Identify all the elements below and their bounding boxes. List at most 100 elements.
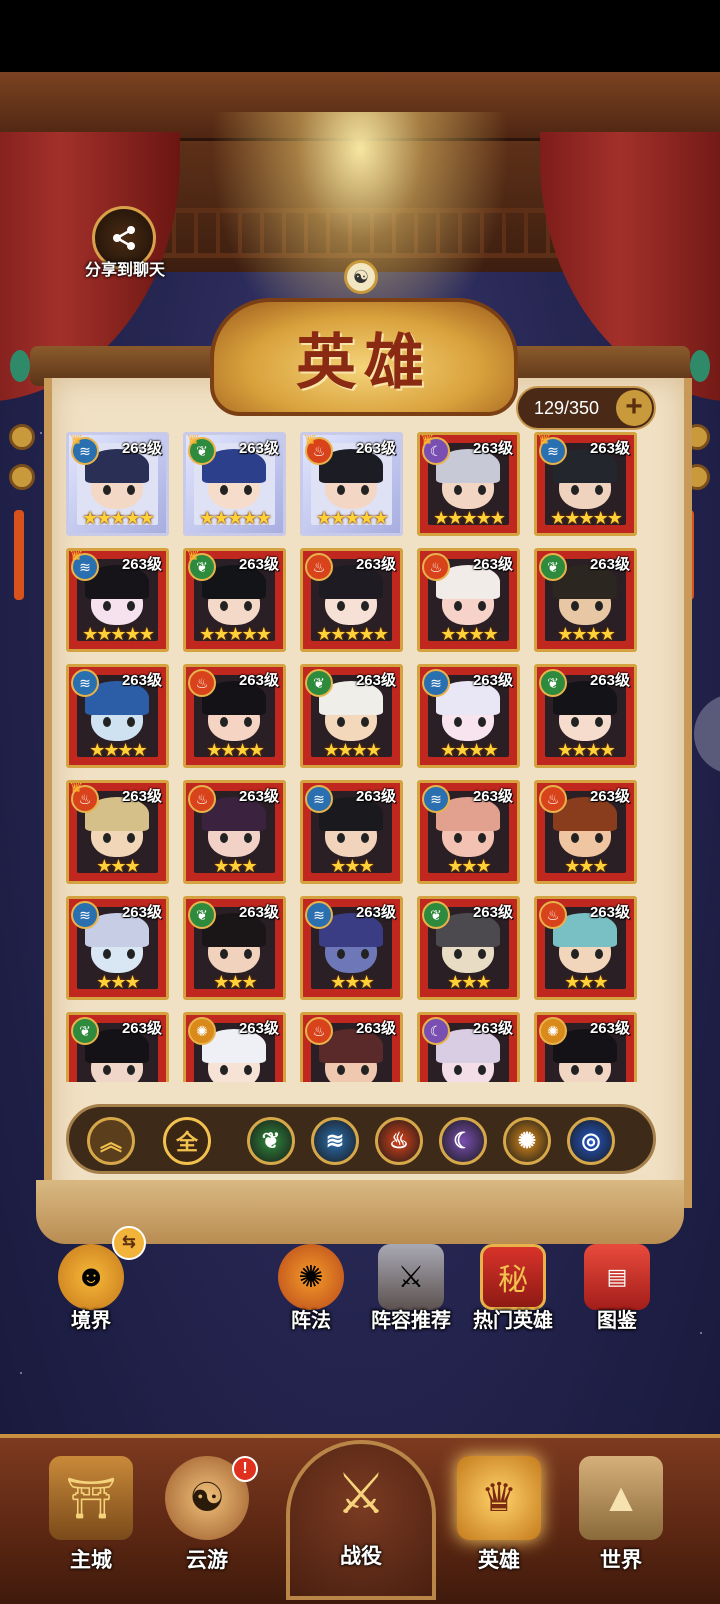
hero-eye [595,1065,603,1075]
hero-eye [337,717,345,727]
hero-level: 263级 [355,440,396,457]
formation-button[interactable]: ✺ 阵法 [266,1244,356,1334]
hero-card[interactable]: ❦ 263级 ★★★ [417,896,520,1000]
formation-icon: ✺ [278,1244,344,1310]
hero-eye [361,833,369,843]
hero-card[interactable]: ♨ 263级 ★★★★ [417,548,520,652]
hero-level: 263级 [238,440,279,457]
title-plaque: 英雄 [210,298,518,416]
realm-label: 境界 [71,1310,111,1332]
hero-card[interactable]: ♨ 263级 ★★★ [534,780,637,884]
crown-icon: ♛ [420,432,435,448]
wave-icon: ≋ [422,785,450,813]
hero-eye [220,949,228,959]
lineup-button[interactable]: ⚔ 阵容推荐 [366,1244,456,1334]
hero-level: 263级 [238,788,279,805]
hero-card[interactable]: ❦ 263级 ★★★★ [300,664,403,768]
filter-sun-button[interactable]: ✺ [503,1117,551,1165]
filter-water-button[interactable]: ≋ [311,1117,359,1165]
hero-eye [127,1065,135,1075]
collapse-button[interactable]: ︽ [87,1117,135,1165]
hero-card[interactable]: ♨ 263级 ★★★ [534,896,637,1000]
hero-eye [220,717,228,727]
crossed-swords-icon: ⚔ [335,1462,387,1525]
hero-card[interactable]: ❦ 263级 [66,1012,169,1082]
filter-fire-button[interactable]: ♨ [375,1117,423,1165]
hero-eye [244,601,252,611]
hero-card[interactable]: ≋ 263级 ★★★ [417,780,520,884]
leaf-icon: ❦ [188,901,216,929]
realm-button[interactable]: ☻ ⇆ 境界 [46,1226,146,1334]
hero-stars: ★★★★★ [199,508,272,528]
hero-card[interactable]: ≋ 263级 ★★★ [300,780,403,884]
hero-stars: ★★★ [447,856,491,876]
city-gate-icon: ⛩ [49,1456,133,1540]
hero-level: 263级 [589,672,630,689]
hero-card[interactable]: ≋ 263级 ★★★★ [417,664,520,768]
hero-card[interactable]: ♨ 263级 ★★★ [183,780,286,884]
rod-end-left [10,350,30,382]
hero-card[interactable]: ❦ ♛ 263级 ★★★★★ [183,432,286,536]
nav-hero[interactable]: ♛ 英雄 [444,1450,554,1590]
hero-level: 263级 [472,556,513,573]
hero-level: 263级 [121,556,162,573]
filter-moon-button[interactable]: ☾ [439,1117,487,1165]
hero-eye [244,485,252,495]
hero-eye [337,949,345,959]
hero-card[interactable]: ♨ 263级 ★★★★ [183,664,286,768]
hero-card[interactable]: ≋ 263级 ★★★★ [66,664,169,768]
hero-eye [337,601,345,611]
hero-card[interactable]: ❦ ♛ 263级 ★★★★★ [183,548,286,652]
hero-card[interactable]: ❦ 263级 ★★★★ [534,548,637,652]
hero-eye [361,485,369,495]
hero-stars: ★★★ [213,972,257,992]
hero-card[interactable]: ≋ ♛ 263级 ★★★★★ [66,432,169,536]
codex-button[interactable]: ▤ 图鉴 [572,1244,662,1334]
leaf-icon: ❦ [305,669,333,697]
hero-card[interactable]: ≋ 263级 ★★★ [300,896,403,1000]
hero-stars: ★★★★★ [82,508,155,528]
plus-icon[interactable]: + [616,390,652,426]
hero-card[interactable]: ≋ ♛ 263级 ★★★★★ [66,548,169,652]
hero-level: 263级 [472,788,513,805]
hero-card[interactable]: ☾ ♛ 263级 ★★★★★ [417,432,520,536]
hero-stars: ★★★ [564,856,608,876]
nav-world[interactable]: ▲ 世界 [566,1450,676,1590]
hero-stars: ★★★★ [440,740,499,760]
hero-level: 263级 [238,672,279,689]
hero-level: 263级 [589,440,630,457]
mountain-icon: ▲ [579,1456,663,1540]
capacity-count: 129/350 [534,397,600,418]
hero-card[interactable]: ♨ 263级 ★★★★★ [300,548,403,652]
hot-heroes-button[interactable]: 秘 热门英雄 [468,1244,558,1334]
crown-icon: ♛ [186,548,201,564]
hero-card[interactable]: ♨ 263级 [300,1012,403,1082]
nav-battle[interactable]: ⚔ 战役 [306,1446,416,1586]
hero-eye [244,833,252,843]
hero-eye [478,601,486,611]
hero-card[interactable]: ♨ ♛ 263级 ★★★ [66,780,169,884]
nav-city[interactable]: ⛩ 主城 [36,1450,146,1590]
flame-icon: ♨ [188,785,216,813]
hero-eye [103,949,111,959]
hero-card[interactable]: ✺ 263级 [534,1012,637,1082]
rod-end-right [690,350,710,382]
hero-card[interactable]: ☾ 263级 [417,1012,520,1082]
tassel-left [14,510,24,600]
nav-travel[interactable]: ☯ ! 云游 [152,1450,262,1590]
nav-city-label: 主城 [70,1549,112,1572]
hero-card[interactable]: ≋ 263级 ★★★ [66,896,169,1000]
filter-wood-button[interactable]: ❦ [247,1117,295,1165]
hero-eye [571,833,579,843]
hero-card[interactable]: ≋ ♛ 263级 ★★★★★ [534,432,637,536]
hero-eye [454,485,462,495]
hero-card[interactable]: ♨ ♛ 263级 ★★★★★ [300,432,403,536]
hero-eye [571,485,579,495]
filter-all-button[interactable]: 全 [163,1117,211,1165]
hero-card[interactable]: ❦ 263级 ★★★ [183,896,286,1000]
hero-grid: ≋ ♛ 263级 ★★★★★ ❦ ♛ 263级 ★★★★★ ♨ ♛ 263级 ★★★★★ ☾ ♛ 263级 ★… [66,432,650,1082]
filter-wind-button[interactable]: ◎ [567,1117,615,1165]
hero-card[interactable]: ❦ 263级 ★★★★ [534,664,637,768]
hero-level: 263级 [472,672,513,689]
hero-card[interactable]: ✺ 263级 [183,1012,286,1082]
